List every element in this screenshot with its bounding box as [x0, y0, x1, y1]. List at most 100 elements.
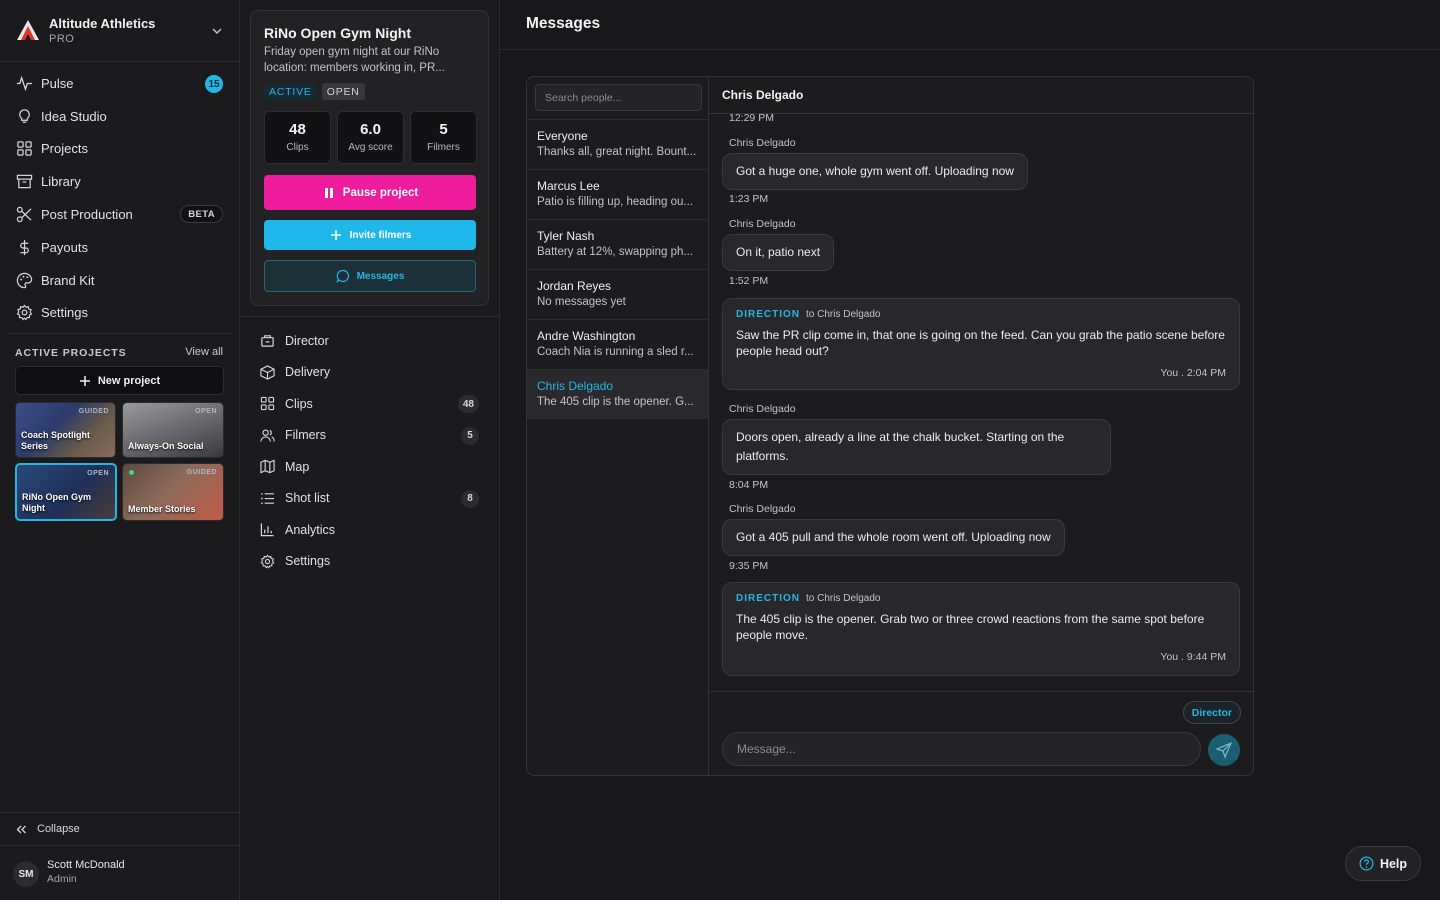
collapse-label: Collapse [37, 823, 80, 835]
person-name: Everyone [537, 129, 588, 143]
direction-label: DIRECTION [736, 593, 800, 604]
list-item[interactable]: Marcus Lee Patio is filling up, heading … [527, 169, 708, 219]
altitude-logo-icon [17, 20, 39, 40]
sidebar-item-label: Library [41, 174, 81, 190]
sidebar-item-brand-kit[interactable]: Brand Kit [0, 264, 239, 297]
sidebar-item-label: Pulse [41, 75, 74, 91]
direction-label: DIRECTION [736, 309, 800, 320]
pause-label: Pause project [342, 186, 419, 199]
direction-header: DIRECTION to Chris Delgado [736, 309, 1226, 320]
message-preview: Thanks all, great night. Bount... [537, 146, 697, 158]
view-all-link[interactable]: View all [185, 346, 223, 358]
sidebar-item-settings[interactable]: Settings [0, 297, 239, 330]
project-thumb-title: Coach Spotlight Series [21, 430, 90, 451]
pulse-count-badge: 15 [205, 75, 223, 93]
send-button[interactable] [1208, 734, 1240, 766]
project-nav-label: Analytics [285, 522, 336, 537]
sidebar-item-label: Payouts [41, 239, 88, 255]
direction-text: Saw the PR clip come in, that one is goi… [736, 328, 1225, 358]
help-button[interactable]: Help [1345, 846, 1421, 881]
project-nav: Director Delivery Clips 48 Filmers 5 Map [240, 325, 499, 577]
messages-button[interactable]: Messages [264, 260, 476, 292]
person-name: Jordan Reyes [537, 279, 612, 293]
composer: Director Message... [709, 691, 1253, 775]
project-nav-shot-list[interactable]: Shot list 8 [240, 483, 499, 515]
dollar-icon [20, 239, 29, 255]
main-nav: Pulse 15 Idea Studio Projects Library Po… [0, 67, 239, 329]
gear-icon [260, 554, 275, 569]
send-icon [1216, 742, 1232, 758]
project-nav-label: Filmers [285, 428, 326, 443]
message-time: 12:29 PM [729, 114, 774, 124]
sidebar-item-library[interactable]: Library [0, 165, 239, 198]
sidebar-item-idea-studio[interactable]: Idea Studio [0, 100, 239, 133]
director-icon [261, 335, 274, 347]
message-preview: No messages yet [537, 296, 626, 308]
list-item-selected[interactable]: Chris Delgado The 405 clip is the opener… [527, 369, 708, 419]
project-nav-clips[interactable]: Clips 48 [240, 388, 499, 420]
message-circle-icon [336, 269, 349, 283]
project-thumb-member-stories[interactable]: GUIDED Member Stories [122, 463, 224, 521]
new-project-button[interactable]: New project [15, 366, 224, 395]
director-mode-toggle[interactable]: Director [1182, 701, 1241, 724]
message-sender: Chris Delgado [729, 218, 796, 230]
sidebar-item-projects[interactable]: Projects [0, 133, 239, 166]
list-item[interactable]: Tyler Nash Battery at 12%, swapping ph..… [527, 219, 708, 269]
workspace-switcher[interactable]: Altitude Athletics PRO [0, 0, 239, 62]
message-time: 9:35 PM [729, 560, 769, 572]
stat-clips: 48 Clips [264, 111, 331, 164]
archive-icon [16, 175, 33, 189]
search-input[interactable]: Search people... [535, 84, 702, 111]
users-icon [260, 429, 275, 442]
collapse-button[interactable]: Collapse [0, 812, 239, 846]
project-nav-label: Shot list [285, 491, 330, 506]
project-nav-label: Clips [285, 396, 313, 411]
message-input[interactable]: Message... [722, 732, 1201, 766]
sidebar-item-label: Settings [41, 305, 88, 321]
project-title: RiNo Open Gym Night [264, 25, 411, 41]
sidebar-item-label: Post Production [41, 207, 133, 223]
project-nav-analytics[interactable]: Analytics [240, 514, 499, 546]
stat-avg-score: 6.0 Avg score [337, 111, 404, 164]
list-item[interactable]: Jordan Reyes No messages yet [527, 269, 708, 319]
sidebar-item-pulse[interactable]: Pulse 15 [0, 67, 239, 100]
list-item[interactable]: Andre Washington Coach Nia is running a … [527, 319, 708, 369]
main-content: Messages Search people... Everyone Thank… [500, 0, 1440, 900]
sidebar-item-payouts[interactable]: Payouts [0, 231, 239, 264]
avatar: SM [13, 861, 39, 887]
project-thumb-rino-open-gym[interactable]: OPEN RiNo Open Gym Night [15, 463, 117, 521]
list-item[interactable]: Everyone Thanks all, great night. Bount.… [527, 119, 708, 169]
sidebar-item-post-production[interactable]: Post Production BETA [0, 198, 239, 231]
project-nav-delivery[interactable]: Delivery [240, 357, 499, 389]
project-nav-filmers[interactable]: Filmers 5 [240, 420, 499, 452]
divider [240, 316, 499, 317]
beta-badge: BETA [180, 205, 223, 224]
chat-thread: 12:29 PM Chris Delgado Got a huge one, w… [709, 114, 1253, 691]
divider [8, 333, 232, 334]
pause-icon [324, 187, 333, 198]
direction-footer: You . 2:04 PM [1160, 367, 1226, 379]
shot-list-count-badge: 8 [461, 489, 479, 508]
project-thumb-coach-spotlight[interactable]: GUIDED Coach Spotlight Series [15, 402, 116, 458]
project-thumb-always-on[interactable]: OPEN Always-On Social [122, 402, 224, 458]
direction-footer: You . 9:44 PM [1160, 651, 1226, 663]
project-nav-map[interactable]: Map [240, 451, 499, 483]
sidebar: Altitude Athletics PRO Pulse 15 Idea Stu… [0, 0, 240, 900]
filmers-count-badge: 5 [461, 426, 479, 445]
direction-message: DIRECTION to Chris Delgado Saw the PR cli… [722, 298, 1240, 390]
project-status-tag: GUIDED [186, 469, 217, 476]
invite-filmers-button[interactable]: Invite filmers [264, 220, 476, 250]
project-description: Friday open gym night at our RiNo locati… [264, 46, 445, 74]
person-name: Marcus Lee [537, 179, 600, 193]
project-tags: ACTIVE OPEN [264, 83, 365, 100]
pause-project-button[interactable]: Pause project [264, 175, 476, 210]
main-header: Messages [500, 0, 1440, 50]
project-nav-director[interactable]: Director [240, 325, 499, 357]
live-dot [129, 470, 134, 475]
project-nav-settings[interactable]: Settings [240, 546, 499, 578]
sidebar-item-label: Projects [41, 141, 88, 157]
message-preview: Patio is filling up, heading ou... [537, 196, 693, 208]
user-profile[interactable]: SM Scott McDonald Admin [0, 846, 239, 900]
project-nav-label: Settings [285, 554, 331, 569]
workspace-name: Altitude Athletics [49, 16, 156, 31]
